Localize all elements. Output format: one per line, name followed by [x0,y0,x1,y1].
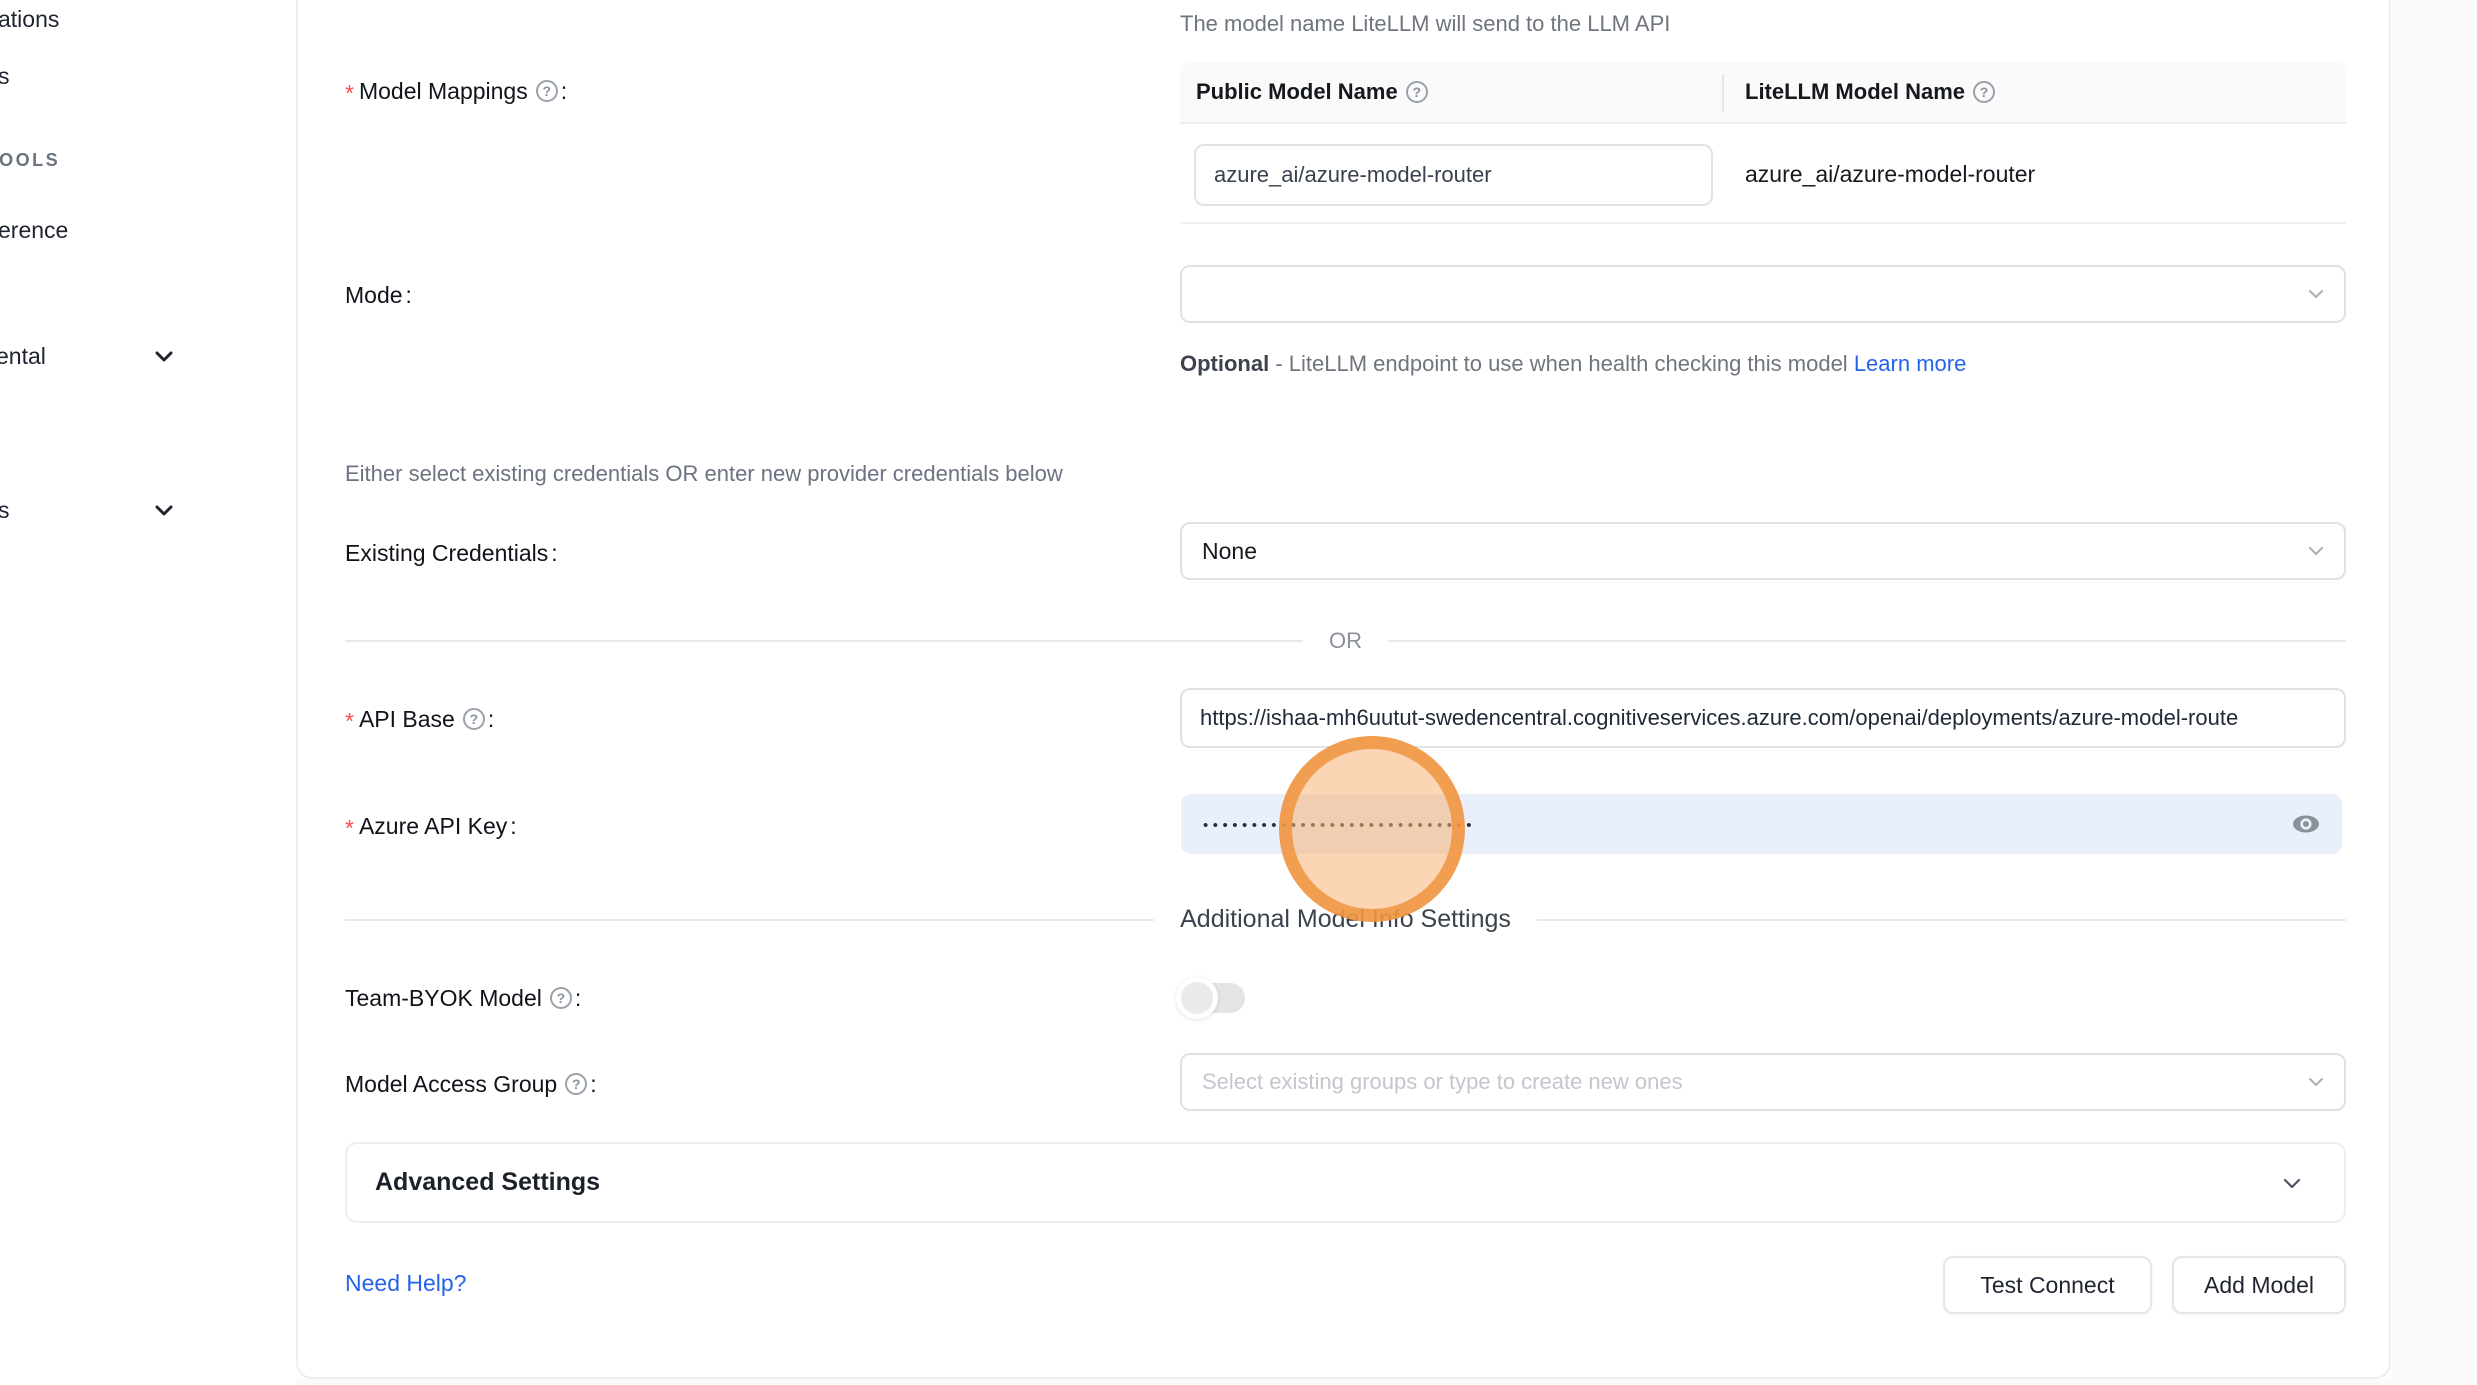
test-connect-button[interactable]: Test Connect [1943,1256,2152,1314]
model-mappings-label: * Model Mappings ? : [345,74,567,108]
existing-credentials-label: Existing Credentials: [345,536,558,570]
credentials-hint: Either select existing credentials OR en… [345,459,1063,489]
sidebar-item-experimental[interactable]: ental [0,339,46,373]
help-question-icon[interactable]: ? [565,1073,587,1095]
divider-line [1388,640,2346,642]
chevron-down-icon [2306,284,2326,304]
toggle-knob [1176,977,1218,1019]
sidebar-section-tools: TOOLS [0,149,60,171]
existing-credentials-select[interactable]: None [1180,522,2346,580]
chevron-down-icon [152,498,176,522]
sidebar-item-1[interactable]: s [0,59,10,93]
help-question-icon[interactable]: ? [463,708,485,730]
litellm-model-name-header: LiteLLM Model Name ? [1722,79,1995,105]
team-byok-toggle[interactable] [1179,983,1245,1013]
divider-line [345,640,1303,642]
model-mappings-table: Public Model Name ? LiteLLM Model Name ?… [1180,62,2346,224]
public-model-name-header: Public Model Name ? [1180,79,1722,105]
table-header-row: Public Model Name ? LiteLLM Model Name ? [1180,62,2346,124]
page-background-bottom [296,1379,2477,1385]
help-question-icon[interactable]: ? [536,80,558,102]
model-access-group-label: Model Access Group ? : [345,1067,597,1101]
help-question-icon[interactable]: ? [1973,81,1995,103]
or-divider: OR [345,628,2346,654]
model-name-hint: The model name LiteLLM will send to the … [1180,9,1670,39]
table-row: azure_ai/azure-model-router [1180,124,2346,224]
model-access-group-select[interactable]: Select existing groups or type to create… [1180,1053,2346,1111]
page-background-right [2392,0,2477,1385]
add-model-button[interactable]: Add Model [2172,1256,2346,1314]
learn-more-link[interactable]: Learn more [1854,351,1967,376]
required-asterisk: * [345,76,354,110]
azure-api-key-label: * Azure API Key : [345,809,517,843]
api-base-label: * API Base ? : [345,702,494,736]
need-help-link[interactable]: Need Help? [345,1266,466,1300]
sidebar-item-organizations[interactable]: ations [0,2,59,36]
help-question-icon[interactable]: ? [550,987,572,1009]
litellm-model-name-value: azure_ai/azure-model-router [1745,124,2035,224]
chevron-down-icon [2306,1072,2326,1092]
select-placeholder: Select existing groups or type to create… [1202,1069,1683,1095]
add-model-page: ations s TOOLS erence ental s The model … [0,0,2477,1385]
mode-select[interactable] [1180,265,2346,323]
mode-label: Mode: [345,278,412,312]
required-asterisk: * [345,811,354,845]
team-byok-label: Team-BYOK Model ? : [345,981,581,1015]
advanced-settings-panel[interactable]: Advanced Settings [345,1142,2346,1223]
mode-help-text: Optional - LiteLLM endpoint to use when … [1180,344,2000,384]
sidebar-item-settings[interactable]: s [0,493,10,527]
chevron-down-icon [152,344,176,368]
public-model-name-input[interactable] [1194,144,1713,206]
chevron-down-icon [2306,541,2326,561]
required-asterisk: * [345,704,354,738]
advanced-settings-title: Advanced Settings [375,1168,600,1197]
click-indicator [1279,736,1465,922]
divider-line [1537,919,2346,921]
eye-icon[interactable] [2290,812,2322,836]
help-question-icon[interactable]: ? [1406,81,1428,103]
header-divider [1722,74,1724,112]
divider-line [345,919,1154,921]
chevron-down-icon [2280,1171,2304,1195]
sidebar-item-inference[interactable]: erence [0,213,68,247]
